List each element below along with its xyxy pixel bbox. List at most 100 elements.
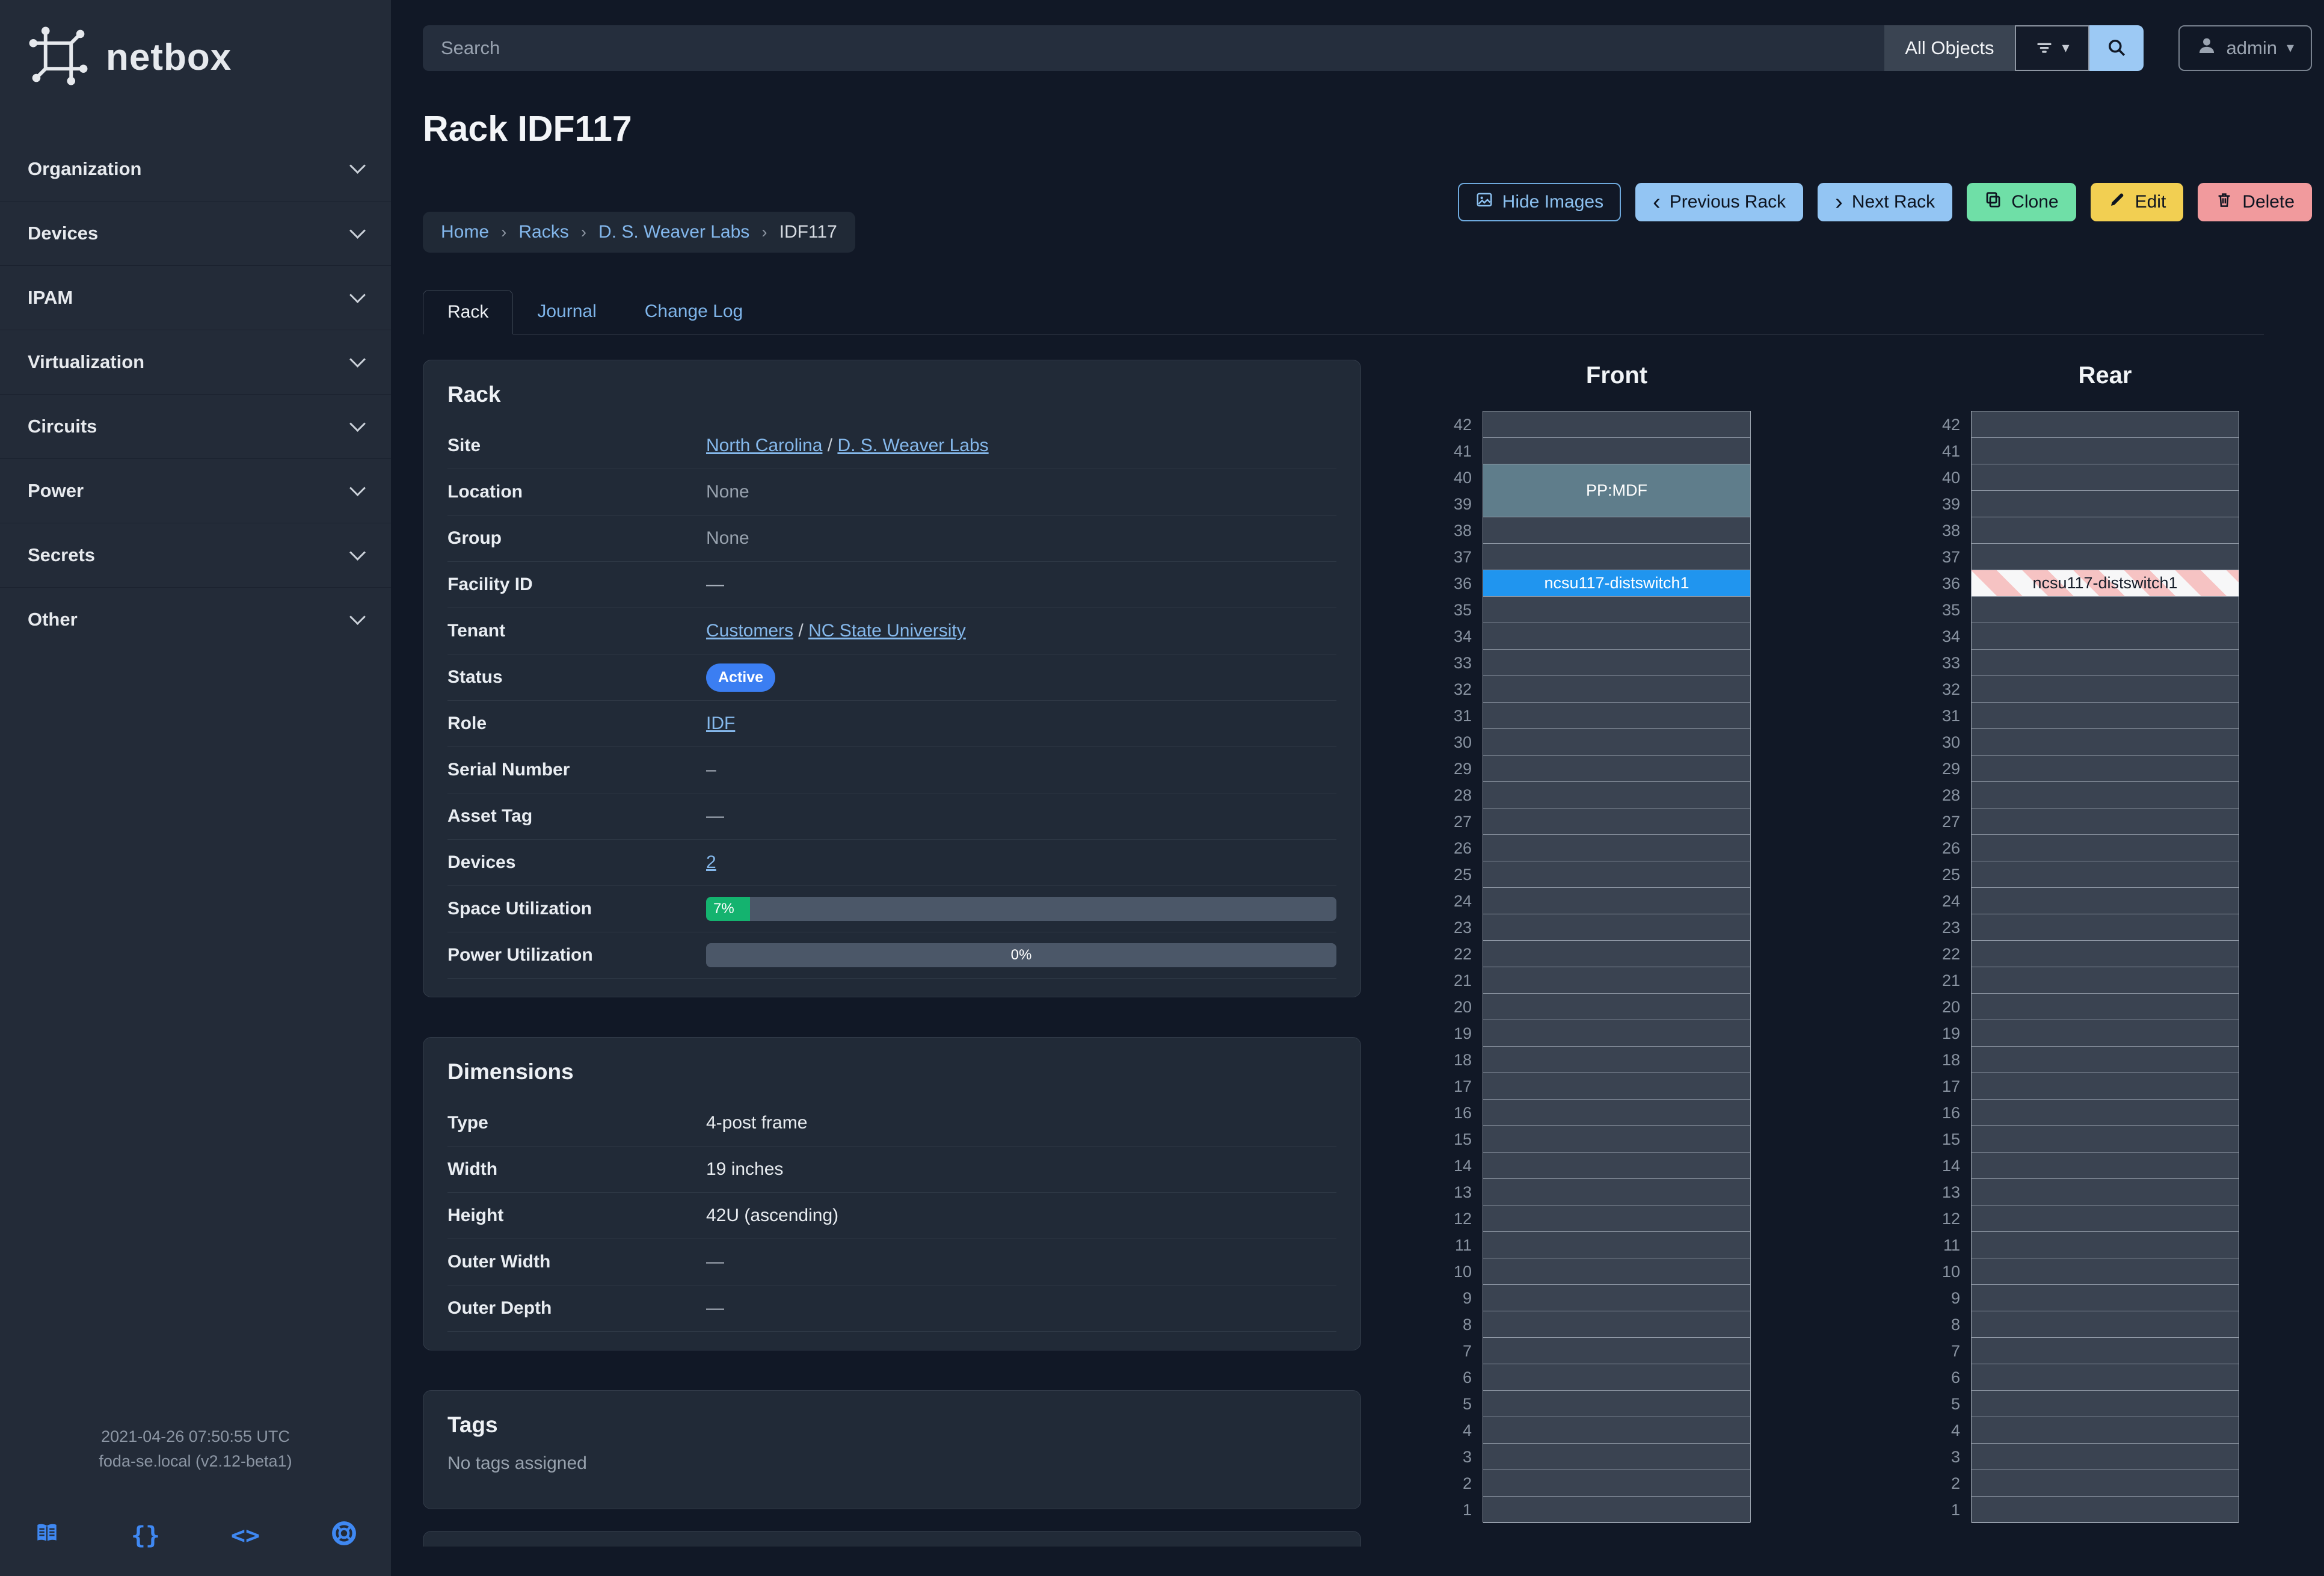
rack-unit-number: 12 — [1941, 1210, 1960, 1228]
breadcrumb-item[interactable]: Home — [441, 222, 489, 242]
search-filter-button[interactable]: ▾ — [2014, 25, 2089, 71]
sidebar-item-other[interactable]: Other — [0, 587, 391, 651]
rack-unit-number: 15 — [1453, 1130, 1472, 1148]
rack-device[interactable]: PP:MDF — [1483, 464, 1751, 517]
netbox-logo[interactable]: netbox — [0, 0, 391, 90]
search-button[interactable] — [2089, 25, 2144, 71]
search-scope-label: All Objects — [1884, 25, 2015, 71]
rack-unit — [1972, 411, 2239, 438]
role-link[interactable]: IDF — [706, 713, 735, 733]
rack-unit — [1972, 1470, 2239, 1497]
rack-unit-number: 6 — [1462, 1368, 1472, 1387]
rack-unit-number: 28 — [1941, 786, 1960, 804]
rack-unit-number: 3 — [1462, 1448, 1472, 1466]
rack-device[interactable]: ncsu117-distswitch1 — [1971, 570, 2239, 597]
tenant-group-link[interactable]: Customers — [706, 621, 793, 641]
sidebar-item-organization[interactable]: Organization — [0, 137, 391, 201]
action-buttons: Hide Images ‹ Previous Rack › Next Rack … — [1457, 183, 2312, 221]
status-badge: Active — [706, 663, 776, 692]
devices-count-link[interactable]: 2 — [706, 852, 716, 872]
rack-unit-number: 31 — [1941, 707, 1960, 725]
row-site: Site North Carolina / D. S. Weaver Labs — [447, 423, 1336, 469]
chevron-down-icon — [349, 479, 366, 496]
sidebar-item-ipam[interactable]: IPAM — [0, 265, 391, 330]
rack-unit-number: 13 — [1453, 1183, 1472, 1201]
code-icon[interactable]: <> — [231, 1522, 260, 1550]
rack-unit — [1972, 491, 2239, 517]
site-region-link[interactable]: North Carolina — [706, 436, 822, 455]
sidebar-item-label: Circuits — [28, 416, 97, 437]
rack-unit-number: 41 — [1453, 442, 1472, 460]
rack-unit — [1483, 438, 1750, 464]
space-utilization-fill: 7% — [706, 897, 751, 921]
rack-device[interactable]: ncsu117-distswitch1 — [1483, 570, 1751, 597]
rack-unit — [1972, 1311, 2239, 1338]
rack-unit — [1483, 914, 1750, 941]
rack-unit — [1483, 808, 1750, 835]
clone-button[interactable]: Clone — [1967, 183, 2076, 221]
sidebar-item-circuits[interactable]: Circuits — [0, 394, 391, 458]
panel-title: Tags — [447, 1412, 498, 1437]
rack-unit-number: 29 — [1453, 760, 1472, 778]
braces-icon[interactable]: {} — [131, 1522, 160, 1550]
rack-unit — [1972, 650, 2239, 676]
hide-images-button[interactable]: Hide Images — [1457, 183, 1622, 221]
rack-unit-number: 18 — [1453, 1051, 1472, 1069]
rack-unit — [1483, 1285, 1750, 1311]
breadcrumb-separator: › — [761, 223, 767, 241]
front-elevation: Front 42 41 40 39 38 37 36 35 34 33 32 31 30 29 28 27 26… — [1438, 360, 1751, 1576]
rack-unit-number: 13 — [1941, 1183, 1960, 1201]
rack-unit — [1972, 1497, 2239, 1523]
rack-unit-number: 36 — [1941, 574, 1960, 593]
rack-unit-number: 27 — [1453, 813, 1472, 831]
rack-unit — [1972, 1417, 2239, 1444]
tenant-link[interactable]: NC State University — [808, 621, 966, 641]
breadcrumb-item[interactable]: Racks — [518, 222, 568, 242]
rack-unit — [1483, 756, 1750, 782]
tab-journal[interactable]: Journal — [513, 290, 620, 334]
row-space-utilization: Space Utilization 7% — [447, 886, 1336, 932]
sidebar-item-virtualization[interactable]: Virtualization — [0, 330, 391, 394]
rack-unit — [1972, 808, 2239, 835]
sidebar-item-devices[interactable]: Devices — [0, 201, 391, 265]
rack-unit — [1483, 1311, 1750, 1338]
user-menu-button[interactable]: admin ▾ — [2178, 25, 2312, 71]
site-link[interactable]: D. S. Weaver Labs — [837, 436, 988, 455]
tags-empty-text: No tags assigned — [447, 1453, 587, 1473]
rack-unit-number: 5 — [1950, 1395, 1960, 1413]
rack-unit-number: 23 — [1453, 919, 1472, 937]
rack-unit-number: 26 — [1941, 839, 1960, 857]
search-input[interactable] — [423, 25, 1885, 71]
tab-rack[interactable]: Rack — [423, 290, 514, 334]
rack-unit-number: 6 — [1950, 1368, 1960, 1387]
rack-unit — [1483, 1338, 1750, 1364]
trash-icon-button[interactable]: Delete — [2198, 183, 2312, 221]
rack-unit — [1972, 676, 2239, 703]
next-rack-button[interactable]: › Next Rack — [1818, 183, 1953, 221]
rack-unit-number: 35 — [1941, 601, 1960, 619]
previous-rack-button[interactable]: ‹ Previous Rack — [1635, 183, 1804, 221]
sidebar-item-secrets[interactable]: Secrets — [0, 523, 391, 587]
rack-unit-number: 11 — [1943, 1236, 1960, 1254]
row-location: Location None — [447, 469, 1336, 516]
sidebar-item-power[interactable]: Power — [0, 458, 391, 523]
rack-unit-number: 7 — [1462, 1342, 1472, 1360]
lifebuoy-icon[interactable] — [331, 1520, 357, 1551]
rear-elevation-title: Rear — [2078, 362, 2132, 389]
rack-unit — [1483, 729, 1750, 756]
rack-unit-number: 39 — [1941, 495, 1960, 513]
copy-icon — [1984, 191, 2002, 214]
tab-change-log[interactable]: Change Log — [621, 290, 767, 334]
book-icon[interactable] — [34, 1520, 60, 1551]
rack-unit — [1972, 1126, 2239, 1153]
rack-unit — [1483, 1100, 1750, 1126]
edit-button[interactable]: Edit — [2090, 183, 2184, 221]
rack-unit-number: 11 — [1454, 1236, 1472, 1254]
trash-icon — [2215, 191, 2233, 214]
footer-host-version: foda-se.local (v2.12-beta1) — [99, 1451, 292, 1470]
rack-unit-number: 4 — [1950, 1421, 1960, 1439]
breadcrumb-item[interactable]: D. S. Weaver Labs — [598, 222, 749, 242]
rack-unit — [1483, 517, 1750, 544]
rack-unit — [1972, 1100, 2239, 1126]
chevron-down-icon — [349, 544, 366, 561]
